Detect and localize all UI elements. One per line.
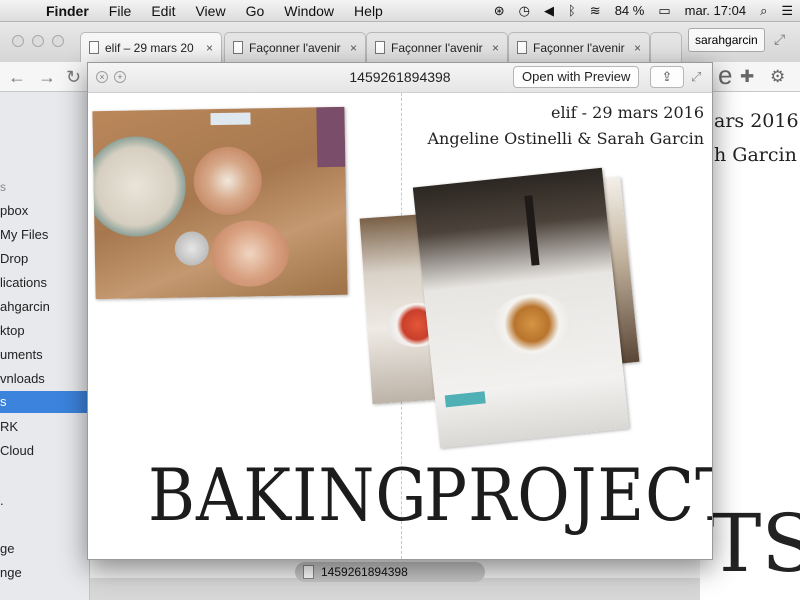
sidebar-item[interactable]: ktop [0, 320, 90, 342]
menu-app-finder[interactable]: Finder [36, 0, 99, 22]
menu-file[interactable]: File [99, 0, 142, 22]
title-word-baking: BAKING [148, 455, 428, 538]
menu-go[interactable]: Go [236, 0, 275, 22]
quick-look-titlebar: × + 1459261894398 Open with Preview ⇪ ⤢ [88, 63, 712, 93]
selected-file-pill[interactable]: 1459261894398 [295, 562, 485, 582]
sidebar-item[interactable]: ge [0, 538, 90, 560]
battery-percent[interactable]: 84 % [608, 0, 652, 22]
sidebar-item-selected[interactable]: s [0, 391, 90, 413]
menu-view[interactable]: View [185, 0, 235, 22]
document-date-line: elif - 29 mars 2016 [550, 103, 704, 122]
browser-tab[interactable]: elif – 29 mars 20 × [80, 32, 222, 62]
photo-dinner-table [412, 167, 630, 449]
menu-window[interactable]: Window [274, 0, 344, 22]
page-icon [517, 41, 527, 54]
scale-device [316, 106, 346, 168]
window-minimize-button[interactable] [32, 35, 44, 47]
notification-center-icon[interactable]: ☰ [774, 0, 800, 22]
selected-file-name: 1459261894398 [321, 565, 408, 579]
settings-gear-icon[interactable]: ⚙ [770, 67, 785, 87]
blue-paper [444, 391, 486, 408]
fullscreen-icon[interactable]: ⤢ [774, 31, 785, 48]
tab-close-icon[interactable]: × [634, 41, 641, 55]
sidebar-header: s [0, 180, 6, 194]
bluetooth-icon[interactable]: ᛒ [561, 0, 583, 22]
sidebar-item[interactable]: nge [0, 562, 90, 584]
food-plate [488, 289, 575, 358]
small-glass [174, 231, 210, 266]
share-icon[interactable]: ⇪ [650, 66, 684, 88]
expand-icon[interactable]: ⤢ [691, 69, 701, 85]
browser-tab[interactable]: Façonner l'avenir × [366, 32, 508, 62]
sidebar-item[interactable]: My Files [0, 224, 90, 246]
background-date-text: ars 2016 [714, 110, 799, 132]
forward-arrow-icon[interactable]: → [38, 67, 56, 88]
tab-strip: elif – 29 mars 20 × Façonner l'avenir × … [0, 22, 800, 62]
page-icon [89, 41, 99, 54]
paper-label [210, 112, 251, 126]
wine-bottle [524, 195, 540, 266]
volume-icon[interactable]: ◀ [537, 0, 561, 22]
status-app-icon[interactable]: ⊛ [487, 0, 512, 22]
menu-clock[interactable]: mar. 17:04 [678, 0, 753, 22]
quick-look-panel: × + 1459261894398 Open with Preview ⇪ ⤢ … [87, 62, 713, 560]
glass-bowl [210, 219, 290, 288]
background-title-text: TS [708, 497, 800, 590]
document-preview: elif - 29 mars 2016 Angeline Ostinelli &… [88, 93, 712, 559]
page-icon [233, 41, 243, 54]
tab-close-icon[interactable]: × [206, 41, 213, 55]
profile-button[interactable]: sarahgarcin [688, 28, 765, 52]
flour-bowl [92, 135, 187, 238]
sidebar-item[interactable]: Cloud [0, 440, 90, 462]
reload-icon[interactable]: ↻ [66, 67, 81, 88]
browser-logo-icon: e [718, 60, 733, 90]
sidebar-item[interactable]: uments [0, 344, 90, 366]
extension-puzzle-icon[interactable]: ✚ [740, 67, 754, 87]
browser-tab[interactable]: Façonner l'avenir × [508, 32, 650, 62]
browser-tab[interactable]: Façonner l'avenir × [224, 32, 366, 62]
tab-close-icon[interactable]: × [492, 41, 499, 55]
title-word-projects: PROJECTS [424, 455, 712, 538]
finder-sidebar: s pbox My Files Drop lications ahgarcin … [0, 92, 90, 600]
sidebar-item[interactable]: RK [0, 416, 90, 438]
window-close-button[interactable] [12, 35, 24, 47]
glass-bowl [193, 146, 263, 216]
photo-baking-bowls [92, 106, 348, 300]
spotlight-search-icon[interactable]: ⌕ [753, 0, 774, 22]
file-icon [303, 565, 314, 579]
wifi-icon[interactable]: ≋ [583, 0, 608, 22]
sidebar-item[interactable]: ahgarcin [0, 296, 90, 318]
battery-icon[interactable]: ▭ [651, 0, 677, 22]
menu-help[interactable]: Help [344, 0, 393, 22]
menu-bar: Finder File Edit View Go Window Help ⊛ ◷… [0, 0, 800, 22]
page-icon [375, 41, 385, 54]
menu-edit[interactable]: Edit [141, 0, 185, 22]
sidebar-item[interactable]: pbox [0, 200, 90, 222]
new-tab-button[interactable] [650, 32, 682, 62]
time-machine-icon[interactable]: ◷ [512, 0, 537, 22]
background-page: ars 2016 h Garcin TS [700, 92, 800, 600]
document-authors-line: Angeline Ostinelli & Sarah Garcin [427, 129, 704, 148]
background-authors-text: h Garcin [714, 144, 797, 166]
sidebar-item[interactable]: . [0, 490, 90, 512]
sidebar-item[interactable]: lications [0, 272, 90, 294]
open-with-preview-button[interactable]: Open with Preview [513, 66, 640, 88]
back-arrow-icon[interactable]: ← [8, 67, 26, 88]
sidebar-item[interactable]: vnloads [0, 368, 90, 390]
tab-close-icon[interactable]: × [350, 41, 357, 55]
window-zoom-button[interactable] [52, 35, 64, 47]
sidebar-item[interactable]: Drop [0, 248, 90, 270]
